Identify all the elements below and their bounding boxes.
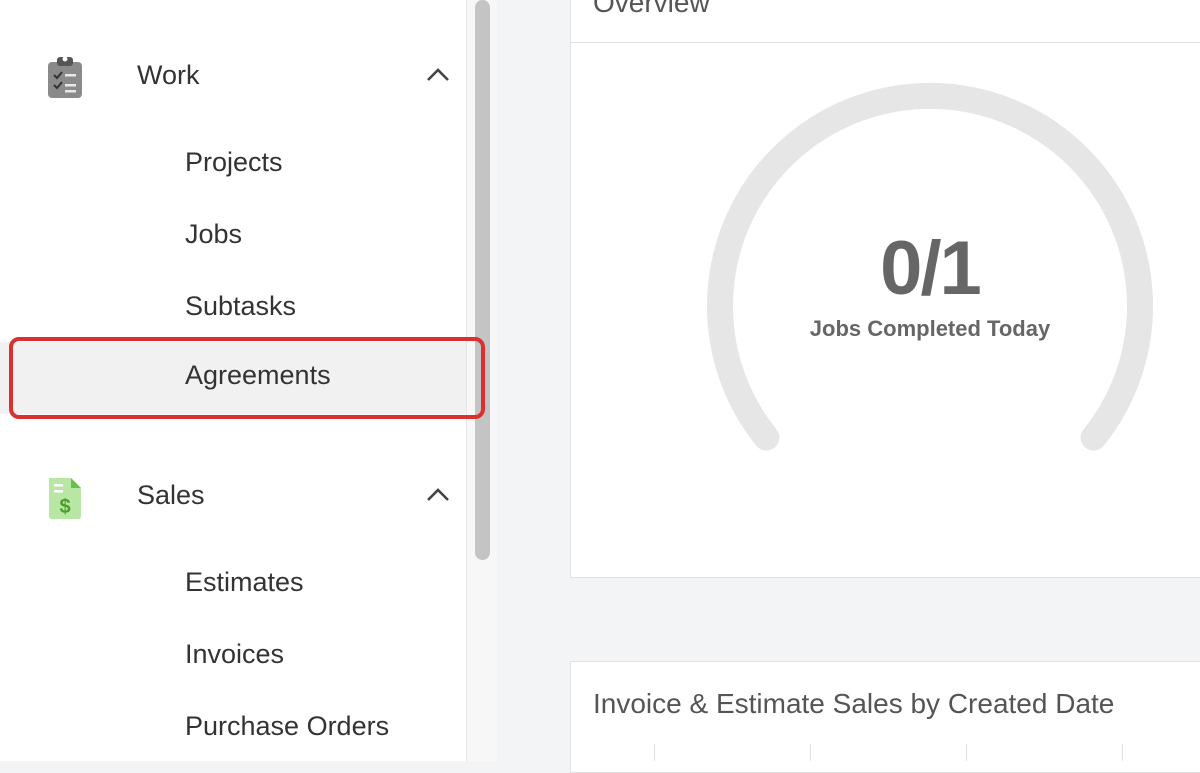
gauge-label: Jobs Completed Today [809,316,1051,341]
sidebar-item-invoices[interactable]: Invoices [0,621,466,693]
sidebar-scrollbar[interactable] [466,0,497,761]
sidebar-section-work[interactable]: Work [0,40,466,110]
overview-title: Overview [593,0,710,18]
sidebar-section-label: Work [137,60,200,90]
clipboard-icon [44,54,86,100]
sidebar-item-estimates[interactable]: Estimates [0,549,466,621]
chart-grid-line [810,744,811,761]
sidebar-item-label: Agreements [185,360,331,390]
sidebar-item-label: Invoices [185,639,285,669]
sidebar-item-label: Purchase Orders [185,711,390,741]
chart-grid-line [1122,744,1123,761]
sidebar-item-label: Subtasks [185,291,297,321]
sales-chart-card: Invoice & Estimate Sales by Created Date [570,661,1200,773]
sidebar-item-agreements[interactable]: Agreements [0,342,466,414]
sidebar: Work Projects Jobs Subtasks Agreements $… [0,0,466,761]
chart-grid-line [966,744,967,761]
sidebar-item-subtasks[interactable]: Subtasks [0,273,466,345]
dollar-document-icon: $ [44,474,86,520]
overview-header-card: Overview [570,0,1200,44]
sidebar-item-jobs[interactable]: Jobs [0,201,466,273]
sidebar-item-purchase-orders[interactable]: Purchase Orders [0,693,466,761]
gauge-value: 0/1 [880,226,982,311]
chevron-up-icon[interactable] [423,480,453,510]
chart-grid-line [654,744,655,761]
sales-chart-title: Invoice & Estimate Sales by Created Date [593,688,1115,719]
sidebar-item-projects[interactable]: Projects [0,129,466,201]
sidebar-section-label: Sales [137,480,205,510]
sidebar-item-label: Jobs [185,219,243,249]
sidebar-item-label: Estimates [185,567,304,597]
chevron-up-icon[interactable] [423,60,453,90]
sidebar-item-label: Projects [185,147,283,177]
sidebar-section-sales[interactable]: $ Sales [0,460,466,530]
scrollbar-thumb[interactable] [475,0,490,560]
svg-text:$: $ [59,496,70,518]
